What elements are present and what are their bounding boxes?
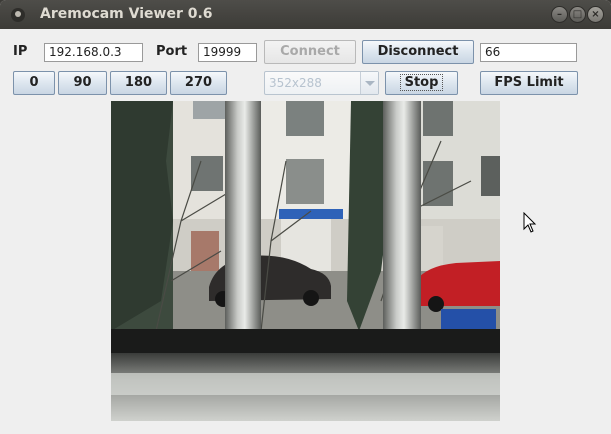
app-icon [11, 8, 25, 22]
ip-label: IP [13, 44, 28, 59]
rotate-90-label: 90 [73, 75, 92, 90]
rotate-270-button[interactable]: 270 [170, 71, 227, 95]
port-input[interactable]: 19999 [198, 43, 257, 62]
mouse-cursor-icon [523, 212, 537, 233]
camera-feed [111, 101, 500, 421]
minimize-button[interactable]: – [551, 6, 568, 23]
camera-feed-image [111, 101, 500, 421]
window-title: Aremocam Viewer 0.6 [40, 6, 213, 22]
close-button[interactable]: × [587, 6, 604, 23]
title-bar[interactable]: Aremocam Viewer 0.6 – □ × [0, 0, 611, 29]
rotate-180-label: 180 [124, 75, 153, 90]
stop-button[interactable]: Stop [385, 71, 458, 95]
rotate-270-label: 270 [184, 75, 213, 90]
fps-limit-button[interactable]: FPS Limit [480, 71, 578, 95]
ip-input[interactable]: 192.168.0.3 [44, 43, 143, 62]
resolution-value: 352x288 [269, 76, 322, 90]
maximize-button[interactable]: □ [569, 6, 586, 23]
fps-input[interactable]: 66 [480, 43, 577, 62]
rotate-180-button[interactable]: 180 [110, 71, 167, 95]
minimize-icon: – [557, 9, 562, 20]
connect-button-label: Connect [280, 44, 340, 59]
resolution-select[interactable]: 352x288 [264, 71, 379, 95]
rotate-90-button[interactable]: 90 [58, 71, 107, 95]
fps-limit-button-label: FPS Limit [494, 75, 564, 90]
stop-button-label: Stop [399, 74, 444, 91]
port-label: Port [156, 44, 188, 59]
rotate-0-button[interactable]: 0 [13, 71, 55, 95]
app-window: Aremocam Viewer 0.6 – □ × IP 192.168.0.3… [0, 0, 611, 434]
disconnect-button[interactable]: Disconnect [362, 40, 474, 64]
rotate-0-label: 0 [29, 75, 39, 90]
connect-button[interactable]: Connect [264, 40, 356, 64]
disconnect-button-label: Disconnect [377, 44, 459, 59]
chevron-down-icon[interactable] [360, 72, 378, 94]
maximize-icon: □ [572, 9, 583, 20]
close-icon: × [591, 9, 600, 20]
